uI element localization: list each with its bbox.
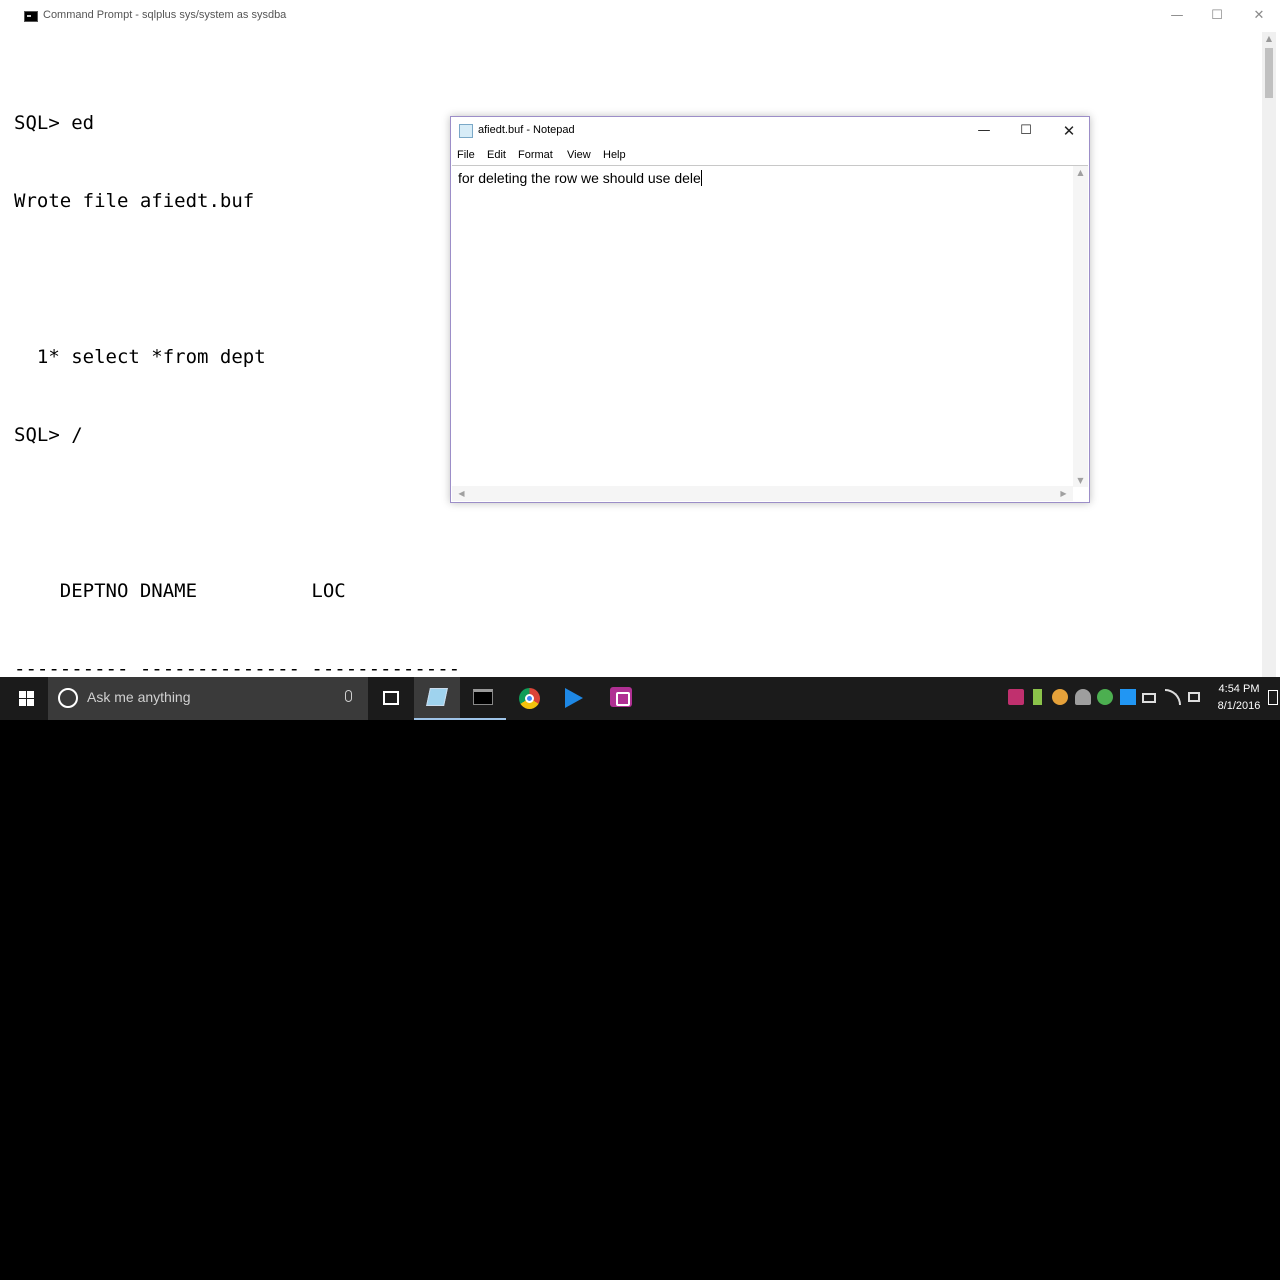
taskbar-chrome[interactable] [506,677,552,720]
notepad-text-area[interactable]: for deleting the row we should use dele … [452,165,1088,501]
notepad-menubar: File Edit Format View Help [451,145,1089,165]
taskbar-media-player[interactable] [552,677,598,720]
notepad-window[interactable]: afiedt.buf - Notepad — ☐ ✕ File Edit For… [450,116,1090,503]
play-icon [565,688,583,708]
command-prompt-icon [473,689,493,705]
console-line: SQL> ed [14,112,95,134]
notepad-titlebar[interactable]: afiedt.buf - Notepad — ☐ ✕ [451,117,1089,145]
notepad-close-button[interactable]: ✕ [1054,121,1084,141]
taskbar-app[interactable] [598,677,644,720]
menu-file[interactable]: File [457,149,475,161]
scroll-left-arrow-icon[interactable]: ◀ [454,489,469,498]
scroll-up-arrow-icon[interactable]: ▲ [1262,34,1276,46]
console-line: 30 SALES CHICAGO [14,892,392,914]
cmd-window-title: Command Prompt - sqlplus sys/system as s… [43,9,287,21]
console-line: SQL> ed [14,1126,95,1148]
scroll-down-arrow-icon[interactable]: ▼ [1073,476,1088,485]
notepad-window-title: afiedt.buf - Notepad [478,124,575,136]
cmd-scroll-thumb[interactable] [1265,48,1273,98]
notepad-horizontal-scrollbar[interactable]: ◀ ▶ [452,486,1073,501]
notification-icon[interactable] [1268,690,1278,705]
taskbar-command-prompt[interactable] [460,677,506,720]
task-view-button[interactable] [368,677,414,720]
menu-help[interactable]: Help [603,149,626,161]
console-line: SQL> / [14,424,83,446]
microphone-icon[interactable] [345,690,352,702]
chrome-icon [519,688,540,709]
scroll-up-arrow-icon[interactable]: ▲ [1073,168,1088,177]
task-view-icon [383,691,399,705]
cloud-icon[interactable] [1075,689,1091,705]
menu-format[interactable]: Format [518,149,553,161]
tray-sound-app-icon[interactable] [1052,689,1068,705]
console-line: Wrote file afiedt.buf [14,1204,255,1226]
battery-icon[interactable] [1142,693,1156,703]
console-line: 20 RESEARCH DALLAS [14,814,381,836]
search-box[interactable]: Ask me anything [48,677,368,720]
cmd-window-icon [24,11,38,22]
notepad-text-content[interactable]: for deleting the row we should use dele [458,170,702,186]
console-line: Wrote file afiedt.buf [14,190,255,212]
text-caret [700,170,702,186]
app-icon [610,687,632,707]
tray-network-app-icon[interactable] [1120,689,1136,705]
cmd-maximize-button[interactable]: ☐ [1202,6,1232,26]
console-line: 1* select *from dept [14,346,266,368]
notepad-icon [426,688,448,706]
clock-date: 8/1/2016 [1217,700,1261,712]
start-button[interactable] [0,677,48,720]
cmd-minimize-button[interactable]: — [1162,6,1192,26]
taskbar: Ask me anything 4:54 PM 8/1/2016 [0,677,1280,720]
cmd-titlebar[interactable]: Command Prompt - sqlplus sys/system as s… [0,0,1280,32]
clock-time: 4:54 PM [1218,683,1260,695]
wifi-icon[interactable] [1165,689,1181,705]
taskbar-notepad[interactable] [414,677,460,720]
console-line: 40 OPERATIONS BOSTON [14,970,381,992]
volume-icon[interactable] [1188,692,1200,702]
scroll-right-arrow-icon[interactable]: ▶ [1056,489,1071,498]
tray-app-icon[interactable] [1008,689,1024,705]
console-line: 10 ACCOUNTING NEW YORK [14,736,403,758]
menu-edit[interactable]: Edit [487,149,506,161]
cmd-console-output[interactable]: SQL> ed Wrote file afiedt.buf 1* select … [14,58,460,1280]
notepad-vertical-scrollbar[interactable]: ▲ ▼ [1073,166,1088,487]
console-line: DEPTNO DNAME LOC [14,580,346,602]
clock[interactable]: 4:54 PM 8/1/2016 [1212,681,1266,715]
tray-utility-icon[interactable] [1097,689,1113,705]
cmd-close-button[interactable]: ✕ [1244,6,1274,26]
cortana-icon [58,688,78,708]
cmd-vertical-scrollbar[interactable]: ▲ [1262,32,1276,677]
tray-battery-app-icon[interactable] [1033,689,1042,705]
search-placeholder: Ask me anything [87,689,191,705]
windows-logo-icon [19,691,34,706]
notepad-minimize-button[interactable]: — [969,121,999,141]
notepad-maximize-button[interactable]: ☐ [1011,121,1041,141]
notepad-app-icon [459,124,473,138]
notepad-text: for deleting the row we should use dele [458,170,701,186]
menu-view[interactable]: View [567,149,591,161]
